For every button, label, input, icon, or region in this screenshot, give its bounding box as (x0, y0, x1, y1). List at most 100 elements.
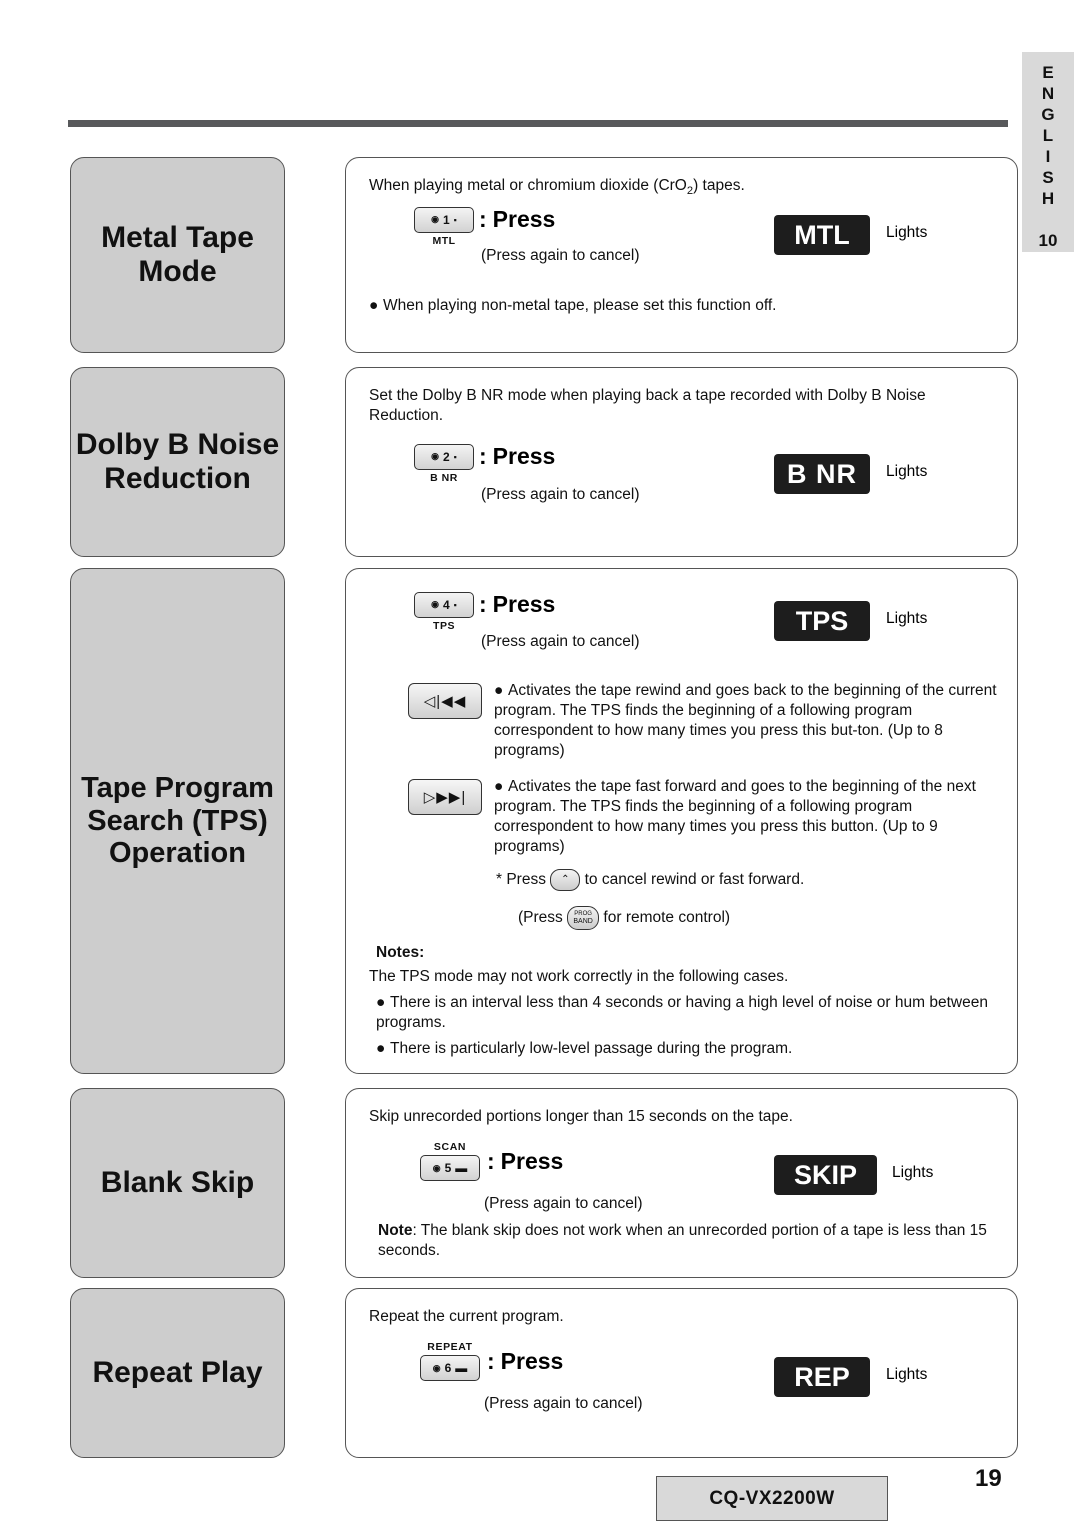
tps-remote-post: for remote control) (603, 909, 731, 927)
page-number: 19 (975, 1465, 1002, 1492)
lcd-indicator-rep: REP (774, 1357, 870, 1397)
side-tab-letter: E (1042, 63, 1054, 82)
tps-note-text: There is particularly low-level passage … (390, 1040, 793, 1057)
metal-note-bullet: ● When playing non-metal tape, please set… (369, 296, 999, 316)
press-label: Press (492, 206, 556, 232)
band-button-top-label: PROG (574, 911, 592, 917)
lights-label: Lights (886, 463, 928, 480)
side-tab-letter: G (1041, 105, 1055, 124)
key-cap-label: TPS (433, 619, 455, 632)
section-box-repeat-play: Repeat the current program. REPEAT ◉ 6 ▬ :… (345, 1288, 1018, 1458)
lights-label: Lights (886, 1366, 928, 1383)
dolby-intro-text: Set the Dolby B NR mode when playing bac… (369, 387, 926, 424)
side-tab-letter: S (1042, 168, 1054, 187)
label-line: Tape Program (81, 772, 274, 805)
key-button-5-scan[interactable]: SCAN ◉ 5 ▬ (419, 1141, 481, 1181)
key-button-2-bnr[interactable]: ◉ 2 ▪ B NR (413, 443, 475, 484)
bullet-icon: ● (376, 994, 386, 1011)
press-label: Press (492, 591, 556, 617)
lcd-indicator-mtl: MTL (774, 215, 870, 255)
band-round-button-icon[interactable]: PROG BAND (567, 906, 600, 930)
label-line: Metal Tape (101, 221, 254, 255)
band-button-label: BAND (573, 918, 593, 925)
manual-page: E N G L I S H 10 Metal Tape Mode When pl… (0, 0, 1080, 1526)
lcd-indicator-tps: TPS (774, 601, 870, 641)
label-line: Operation (109, 837, 246, 870)
label-line: Blank Skip (100, 1166, 255, 1200)
tps-notes-lead: The TPS mode may not work correctly in t… (369, 968, 789, 985)
eject-round-button-icon[interactable]: ⌃ (550, 869, 581, 891)
section-box-dolby-b: Set the Dolby B NR mode when playing bac… (345, 367, 1018, 557)
tps-rewind-paragraph: Activates the tape rewind and goes back … (494, 682, 997, 759)
header-rule (68, 120, 1008, 127)
fast-forward-icon: ▷▶▶| (408, 779, 482, 815)
blank-skip-intro: Skip unrecorded portions longer than 15 … (369, 1108, 793, 1125)
key-button-4-tps[interactable]: ◉ 4 ▪ TPS (413, 591, 475, 632)
section-label-dolby-b-noise-reduction: Dolby B Noise Reduction (70, 367, 285, 557)
press-label: Press (500, 1347, 564, 1374)
lcd-indicator-skip: SKIP (774, 1155, 877, 1195)
tps-press-again: (Press again to cancel) (481, 633, 640, 650)
side-tab-letter: H (1041, 189, 1055, 208)
tps-rewind-button[interactable]: ◁|◀◀ (408, 683, 482, 719)
press-label: Press (492, 443, 556, 469)
tps-cancel-post: to cancel rewind or fast forward. (584, 871, 805, 889)
tps-note-text: There is an interval less than 4 seconds… (376, 994, 988, 1031)
tps-remote-pre: (Press (518, 909, 563, 927)
lights-label: Lights (886, 224, 928, 241)
side-tab-number: 10 (1038, 231, 1058, 250)
bullet-icon: ● (376, 1040, 386, 1057)
label-line: Reduction (104, 462, 251, 495)
side-tab-letter: N (1041, 84, 1055, 103)
key-cap-label: B NR (430, 471, 458, 484)
key-button-1-mtl[interactable]: ◉ 1 ▪ MTL (413, 206, 475, 247)
side-tab-letter: L (1042, 126, 1054, 145)
section-label-blank-skip: Blank Skip (70, 1088, 285, 1278)
lights-label: Lights (892, 1164, 934, 1181)
section-label-metal-tape-mode: Metal Tape Mode (70, 157, 285, 353)
metal-press-row: ◉ 1 ▪ MTL : Press (413, 206, 555, 247)
repeat-press-row: REPEAT ◉ 6 ▬ : Press (419, 1341, 563, 1381)
tps-remote-line: (Press PROG BAND for remote control) (518, 906, 1038, 930)
tps-press-row: ◉ 4 ▪ TPS : Press (413, 591, 555, 632)
tps-forward-button[interactable]: ▷▶▶| (408, 779, 482, 815)
note-text: : The blank skip does not work when an u… (378, 1222, 987, 1259)
key-button-6-repeat[interactable]: REPEAT ◉ 6 ▬ (419, 1341, 481, 1381)
lcd-indicator-bnr: B NR (774, 454, 870, 494)
rewind-icon: ◁|◀◀ (408, 683, 482, 719)
metal-intro-text: When playing metal or chromium dioxide (… (369, 177, 745, 198)
dolby-press-again: (Press again to cancel) (481, 486, 640, 503)
section-box-metal-tape-mode: When playing metal or chromium dioxide (… (345, 157, 1018, 353)
bullet-icon: ● (494, 778, 504, 795)
label-line: Repeat Play (92, 1356, 263, 1390)
section-label-tape-program-search: Tape Program Search (TPS) Operation (70, 568, 285, 1074)
label-line: Mode (138, 255, 217, 288)
note-label: Note (378, 1222, 413, 1239)
repeat-press-again: (Press again to cancel) (484, 1395, 643, 1412)
tps-note-item: ● There is an interval less than 4 second… (376, 993, 1001, 1033)
metal-note-text: When playing non-metal tape, please set … (383, 297, 777, 314)
section-box-blank-skip: Skip unrecorded portions longer than 15 … (345, 1088, 1018, 1278)
tps-rewind-text: ● Activates the tape rewind and goes back… (494, 681, 1002, 761)
press-label: Press (500, 1147, 564, 1174)
key-cap-label: MTL (432, 234, 456, 247)
side-tab-letter: I (1045, 147, 1051, 166)
section-box-tps: ◉ 4 ▪ TPS : Press (Press again to cancel) … (345, 568, 1018, 1074)
label-line: Search (TPS) (87, 804, 268, 837)
metal-press-again: (Press again to cancel) (481, 247, 640, 264)
key-top-label: SCAN (433, 1141, 467, 1153)
lights-label: Lights (886, 610, 928, 627)
repeat-intro: Repeat the current program. (369, 1308, 564, 1325)
tps-forward-paragraph: Activates the tape fast forward and goes… (494, 778, 976, 855)
dolby-press-row: ◉ 2 ▪ B NR : Press (413, 443, 555, 484)
tps-note-item: ● There is particularly low-level passage… (376, 1039, 1001, 1059)
blank-skip-press-row: SCAN ◉ 5 ▬ : Press (419, 1141, 563, 1181)
bullet-icon: ● (494, 682, 504, 699)
language-side-tab: E N G L I S H 10 (1022, 52, 1074, 252)
blank-skip-note: Note: The blank skip does not work when … (378, 1221, 998, 1261)
tps-forward-text: ● Activates the tape fast forward and goe… (494, 777, 1002, 857)
tps-cancel-pre: * Press (496, 871, 546, 889)
section-label-repeat-play: Repeat Play (70, 1288, 285, 1458)
model-number-plate: CQ-VX2200W (656, 1476, 888, 1521)
tps-cancel-line: * Press ⌃ to cancel rewind or fast forwa… (496, 869, 1016, 891)
